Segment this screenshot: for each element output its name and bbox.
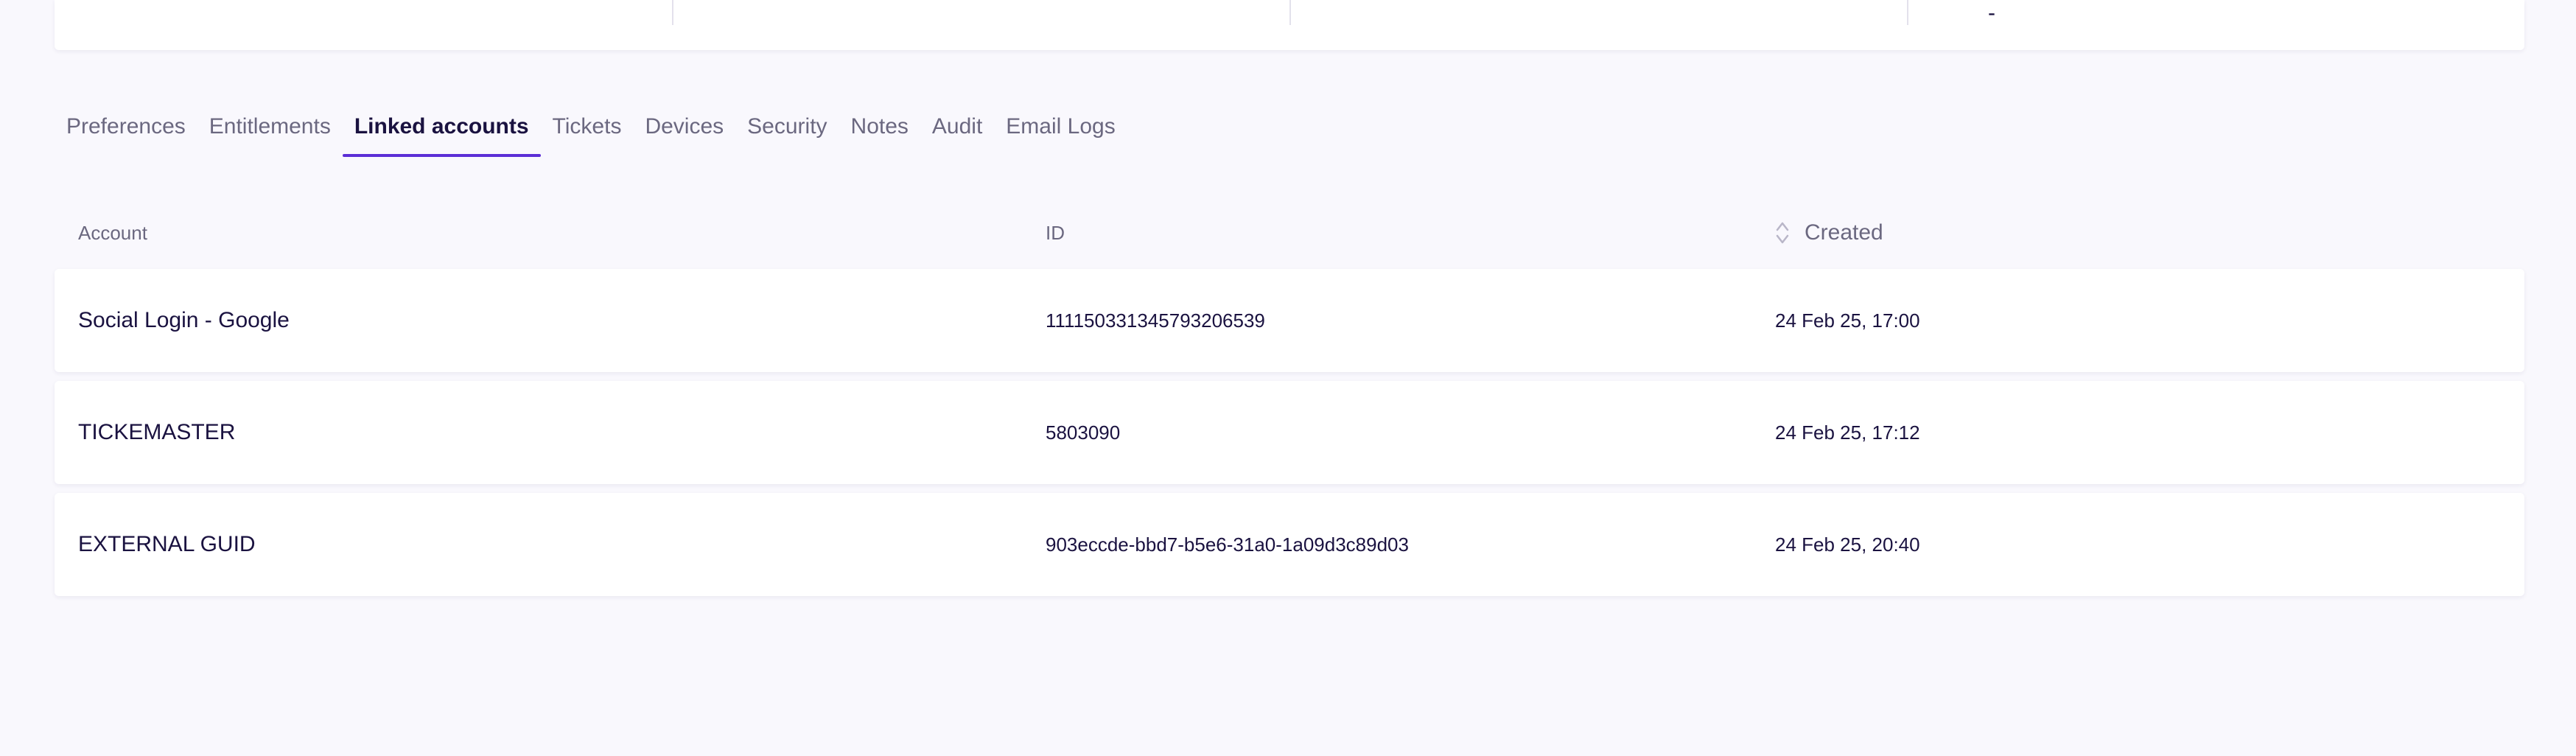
column-header-created[interactable]: Created [1775, 210, 1883, 256]
tab-linked-accounts[interactable]: Linked accounts [342, 107, 541, 157]
cell-created: 24 Feb 25, 17:12 [1775, 421, 1920, 444]
column-header-id: ID [1046, 221, 1065, 244]
table-body: Social Login - Google 111150331345793206… [55, 269, 2524, 596]
column-header-created-label: Created [1805, 220, 1883, 245]
table-row[interactable]: TICKEMASTER 5803090 24 Feb 25, 17:12 [55, 381, 2524, 484]
cell-account: TICKEMASTER [78, 420, 236, 444]
tab-notes[interactable]: Notes [839, 107, 920, 147]
tab-preferences[interactable]: Preferences [55, 107, 197, 147]
cell-id: 903eccde-bbd7-b5e6-31a0-1a09d3c89d03 [1046, 533, 1409, 556]
table-row[interactable]: Social Login - Google 111150331345793206… [55, 269, 2524, 372]
tab-email-logs[interactable]: Email Logs [994, 107, 1127, 147]
cell-account: EXTERNAL GUID [78, 532, 256, 556]
profile-summary-card: - [55, 0, 2524, 50]
linked-accounts-table: Account ID Created Social Login - Google… [55, 210, 2524, 596]
summary-divider [672, 0, 673, 25]
tab-tickets[interactable]: Tickets [541, 107, 634, 147]
summary-value: - [1988, 1, 1995, 25]
sort-icon [1776, 222, 1789, 244]
cell-created: 24 Feb 25, 20:40 [1775, 533, 1920, 556]
cell-created: 24 Feb 25, 17:00 [1775, 309, 1920, 332]
cell-account: Social Login - Google [78, 308, 290, 332]
tab-devices[interactable]: Devices [633, 107, 735, 147]
column-header-account: Account [78, 221, 147, 244]
cell-id: 5803090 [1046, 421, 1121, 444]
profile-tabs: Preferences Entitlements Linked accounts… [55, 107, 1127, 158]
tab-security[interactable]: Security [735, 107, 839, 147]
tab-audit[interactable]: Audit [920, 107, 994, 147]
summary-divider [1907, 0, 1908, 25]
table-header: Account ID Created [55, 210, 2524, 256]
summary-divider [1289, 0, 1291, 25]
cell-id: 111150331345793206539 [1046, 309, 1265, 332]
tab-entitlements[interactable]: Entitlements [197, 107, 343, 147]
table-row[interactable]: EXTERNAL GUID 903eccde-bbd7-b5e6-31a0-1a… [55, 493, 2524, 596]
